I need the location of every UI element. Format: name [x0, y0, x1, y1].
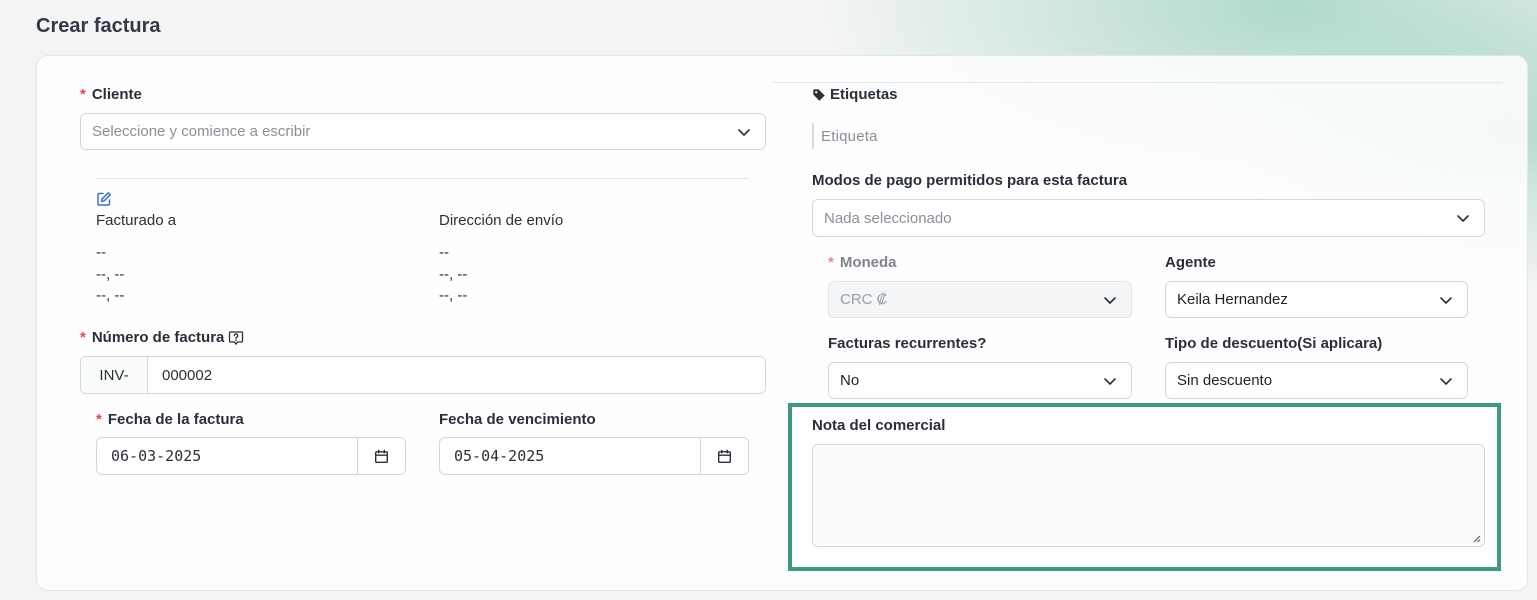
top-divider [772, 82, 1502, 83]
currency-select: CRC ₡ [828, 281, 1132, 318]
discount-select[interactable]: Sin descuento [1165, 362, 1468, 399]
tag-input[interactable]: Etiqueta [812, 123, 878, 149]
required-marker: * [96, 411, 102, 428]
agent-select[interactable]: Keila Hernandez [1165, 281, 1468, 318]
page-title: Crear factura [36, 15, 161, 37]
tags-label: Etiquetas [812, 86, 898, 103]
chevron-down-icon [1104, 377, 1116, 385]
payment-modes-placeholder: Nada seleccionado [824, 209, 952, 227]
required-marker: * [828, 254, 834, 271]
billed-line: --, -- [96, 266, 125, 283]
chevron-down-icon [1440, 296, 1452, 304]
required-marker: * [80, 329, 86, 346]
calendar-icon [374, 449, 389, 463]
client-placeholder: Seleccione y comience a escribir [92, 123, 311, 140]
due-date-field: 05-04-2025 [439, 437, 749, 475]
chevron-down-icon [738, 128, 750, 136]
billed-to-label: Facturado a [96, 212, 177, 229]
billed-line: -- [96, 244, 106, 261]
invoice-number-field: INV- 000002 [80, 356, 766, 394]
sales-note-textarea[interactable] [812, 444, 1485, 547]
resize-grip-icon[interactable] [1473, 535, 1481, 543]
recurring-label: Facturas recurrentes? [828, 335, 987, 352]
edit-icon[interactable] [96, 191, 112, 207]
discount-label: Tipo de descuento(Si aplicara) [1165, 335, 1383, 352]
chevron-down-icon [1440, 377, 1452, 385]
invoice-date-label: * Fecha de la factura [96, 411, 244, 428]
recurring-value: No [840, 372, 860, 389]
client-select[interactable]: Seleccione y comience a escribir [80, 113, 766, 150]
currency-value: CRC ₡ [840, 291, 888, 308]
shipping-line: --, -- [439, 266, 468, 283]
invoice-number-input[interactable]: 000002 [148, 357, 765, 393]
billed-line: --, -- [96, 287, 125, 304]
recurring-select[interactable]: No [828, 362, 1132, 399]
shipping-line: -- [439, 244, 449, 261]
chevron-down-icon [1457, 215, 1469, 222]
due-date-input[interactable]: 05-04-2025 [440, 438, 700, 474]
invoice-form-card: * Cliente Seleccione y comience a escrib… [36, 55, 1528, 591]
required-marker: * [80, 86, 86, 103]
invoice-date-input[interactable]: 06-03-2025 [97, 438, 357, 474]
payment-modes-select[interactable]: Nada seleccionado [812, 199, 1485, 237]
due-date-picker-button[interactable] [700, 438, 748, 474]
invoice-date-field: 06-03-2025 [96, 437, 406, 475]
currency-label: * Moneda [828, 254, 897, 271]
discount-value: Sin descuento [1177, 372, 1273, 389]
shipping-address-label: Dirección de envío [439, 212, 564, 229]
agent-label: Agente [1165, 254, 1216, 271]
invoice-number-label: * Número de factura [80, 329, 244, 346]
payment-modes-label: Modos de pago permitidos para esta factu… [812, 172, 1128, 189]
help-icon[interactable] [228, 330, 244, 346]
invoice-prefix: INV- [81, 357, 148, 393]
client-label: * Cliente [80, 86, 142, 103]
calendar-icon [717, 449, 732, 463]
tag-icon [813, 88, 825, 101]
due-date-label: Fecha de vencimiento [439, 411, 596, 428]
chevron-down-icon [1104, 296, 1116, 304]
invoice-date-picker-button[interactable] [357, 438, 405, 474]
agent-value: Keila Hernandez [1177, 291, 1288, 308]
shipping-line: --, -- [439, 287, 468, 304]
address-divider [96, 178, 749, 179]
sales-note-label: Nota del comercial [812, 417, 946, 434]
